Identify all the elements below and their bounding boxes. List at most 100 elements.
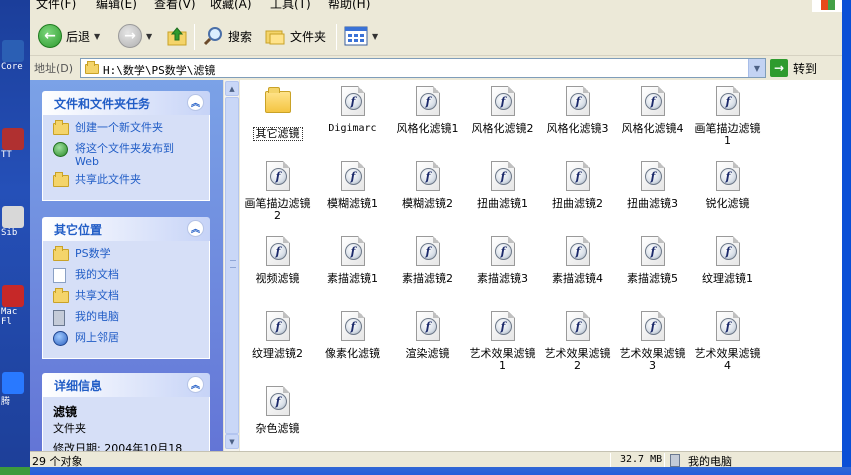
folder-item[interactable]: 其它滤镜: [240, 86, 315, 141]
file-item[interactable]: f 风格化滤镜3: [540, 86, 615, 135]
file-item[interactable]: f Digimarc: [315, 86, 390, 135]
file-item[interactable]: f 像素化滤镜: [315, 311, 390, 360]
file-item[interactable]: f 模糊滤镜1: [315, 161, 390, 210]
desktop-shortcut[interactable]: Core: [0, 40, 30, 72]
file-item[interactable]: f 风格化滤镜2: [465, 86, 540, 135]
file-item[interactable]: f 画笔描边滤镜1: [690, 86, 765, 147]
search-button[interactable]: 搜索: [202, 23, 252, 49]
collapse-icon[interactable]: ︽: [187, 376, 204, 393]
flash-file-icon: f: [340, 86, 366, 118]
detail-name: 滤镜: [53, 405, 78, 419]
file-name: 风格化滤镜2: [471, 122, 534, 135]
folder-icon: [264, 87, 291, 123]
flash-file-icon: f: [490, 311, 516, 343]
file-item[interactable]: f 艺术效果滤镜4: [690, 311, 765, 372]
folders-icon: [265, 30, 285, 45]
file-item[interactable]: f 视频滤镜: [240, 236, 315, 285]
file-item[interactable]: f 素描滤镜4: [540, 236, 615, 285]
forward-arrow-icon: →: [118, 24, 142, 48]
file-name: 模糊滤镜2: [402, 197, 453, 210]
file-item[interactable]: f 锐化滤镜: [690, 161, 765, 210]
scroll-up-button[interactable]: ▲: [225, 81, 239, 96]
file-item[interactable]: f 素描滤镜2: [390, 236, 465, 285]
chevron-down-icon[interactable]: ▼: [146, 32, 152, 41]
place-ps-math[interactable]: PS数学: [53, 246, 199, 263]
file-item[interactable]: f 风格化滤镜4: [615, 86, 690, 135]
file-name: 纹理滤镜1: [702, 272, 753, 285]
file-item[interactable]: f 纹理滤镜2: [240, 311, 315, 360]
search-icon: [203, 27, 222, 46]
file-item[interactable]: f 模糊滤镜2: [390, 161, 465, 210]
desktop-shortcut[interactable]: Sib: [0, 206, 30, 238]
place-label: 网上邻居: [75, 331, 119, 344]
menu-file[interactable]: 文件(F): [36, 0, 76, 12]
place-my-computer[interactable]: 我的电脑: [53, 310, 199, 326]
task-share-folder[interactable]: 共享此文件夹: [53, 172, 199, 189]
collapse-icon[interactable]: ︽: [187, 94, 204, 111]
place-shared-documents[interactable]: 共享文档: [53, 288, 199, 305]
panel-header[interactable]: 文件和文件夹任务 ︽: [42, 91, 210, 115]
file-item[interactable]: f 素描滤镜3: [465, 236, 540, 285]
computer-icon: [670, 453, 680, 467]
views-button[interactable]: ▼: [344, 23, 378, 49]
file-name: 视频滤镜: [255, 272, 300, 285]
address-dropdown-button[interactable]: ▼: [748, 59, 765, 77]
file-tasks-panel: 文件和文件夹任务 ︽ 创建一个新文件夹 将这个文件夹发布到 Web 共享此文件夹: [42, 91, 210, 201]
address-input[interactable]: H:\数学\PS数学\滤镜 ▼: [80, 58, 766, 78]
details-panel: 详细信息 ︽ 滤镜 文件夹 修改日期: 2004年10月18: [42, 373, 210, 451]
menu-favorites[interactable]: 收藏(A): [210, 0, 252, 12]
place-network[interactable]: 网上邻居: [53, 331, 199, 347]
menu-edit[interactable]: 编辑(E): [96, 0, 137, 12]
desktop-shortcut[interactable]: 腾: [0, 372, 30, 407]
file-name: 风格化滤镜1: [396, 122, 459, 135]
task-pane-scrollbar[interactable]: ▲ ▼: [223, 80, 239, 451]
file-name: 像素化滤镜: [325, 347, 380, 360]
file-item[interactable]: f 素描滤镜5: [615, 236, 690, 285]
flash-file-icon: f: [715, 311, 741, 343]
start-button[interactable]: [0, 467, 30, 475]
file-item[interactable]: f 画笔描边滤镜2: [240, 161, 315, 222]
file-item[interactable]: f 艺术效果滤镜3: [615, 311, 690, 372]
folder-icon: [85, 61, 99, 74]
panel-header[interactable]: 其它位置 ︽: [42, 217, 210, 241]
forward-button[interactable]: → ▼: [118, 23, 152, 49]
collapse-icon[interactable]: ︽: [187, 220, 204, 237]
file-item[interactable]: f 风格化滤镜1: [390, 86, 465, 135]
task-publish-web[interactable]: 将这个文件夹发布到 Web: [53, 142, 199, 168]
panel-header[interactable]: 详细信息 ︽: [42, 373, 210, 397]
scroll-down-button[interactable]: ▼: [225, 434, 239, 449]
flash-file-icon: f: [565, 161, 591, 193]
file-item[interactable]: f 艺术效果滤镜1: [465, 311, 540, 372]
file-item[interactable]: f 纹理滤镜1: [690, 236, 765, 285]
file-name: 风格化滤镜4: [621, 122, 684, 135]
panel-title: 文件和文件夹任务: [54, 97, 151, 111]
back-button[interactable]: ← 后退 ▼: [38, 23, 100, 49]
file-item[interactable]: f 杂色滤镜: [240, 386, 315, 435]
menu-tools[interactable]: 工具(T): [270, 0, 311, 12]
panel-body: 滤镜 文件夹 修改日期: 2004年10月18: [42, 397, 210, 451]
folders-button[interactable]: 文件夹: [264, 23, 326, 49]
menu-view[interactable]: 查看(V): [154, 0, 196, 12]
file-item[interactable]: f 扭曲滤镜3: [615, 161, 690, 210]
file-item[interactable]: f 艺术效果滤镜2: [540, 311, 615, 372]
menu-bar: 文件(F) 编辑(E) 查看(V) 收藏(A) 工具(T) 帮助(H): [30, 0, 842, 12]
up-button[interactable]: [166, 23, 188, 49]
desktop-shortcut-label: Fl: [1, 317, 12, 327]
chevron-down-icon[interactable]: ▼: [94, 32, 100, 41]
shared-folder-icon: [53, 288, 69, 303]
flash-file-icon: f: [490, 86, 516, 118]
scroll-thumb[interactable]: [225, 97, 239, 434]
file-item[interactable]: f 渲染滤镜: [390, 311, 465, 360]
file-list-view[interactable]: 其它滤镜 f Digimarc f 风格化滤镜1 f 风格化滤镜2 f 风格化滤镜3 f 风格化滤镜…: [240, 80, 842, 451]
file-item[interactable]: f 扭曲滤镜2: [540, 161, 615, 210]
place-my-documents[interactable]: 我的文档: [53, 268, 199, 284]
desktop-shortcut[interactable]: Mac Fl: [0, 285, 30, 327]
desktop-shortcut[interactable]: TT: [0, 128, 30, 160]
go-button[interactable]: → 转到: [770, 58, 817, 78]
file-item[interactable]: f 素描滤镜1: [315, 236, 390, 285]
menu-help[interactable]: 帮助(H): [328, 0, 370, 12]
chevron-down-icon[interactable]: ▼: [372, 32, 378, 41]
panel-title: 详细信息: [54, 379, 103, 393]
file-item[interactable]: f 扭曲滤镜1: [465, 161, 540, 210]
task-new-folder[interactable]: 创建一个新文件夹: [53, 120, 199, 137]
